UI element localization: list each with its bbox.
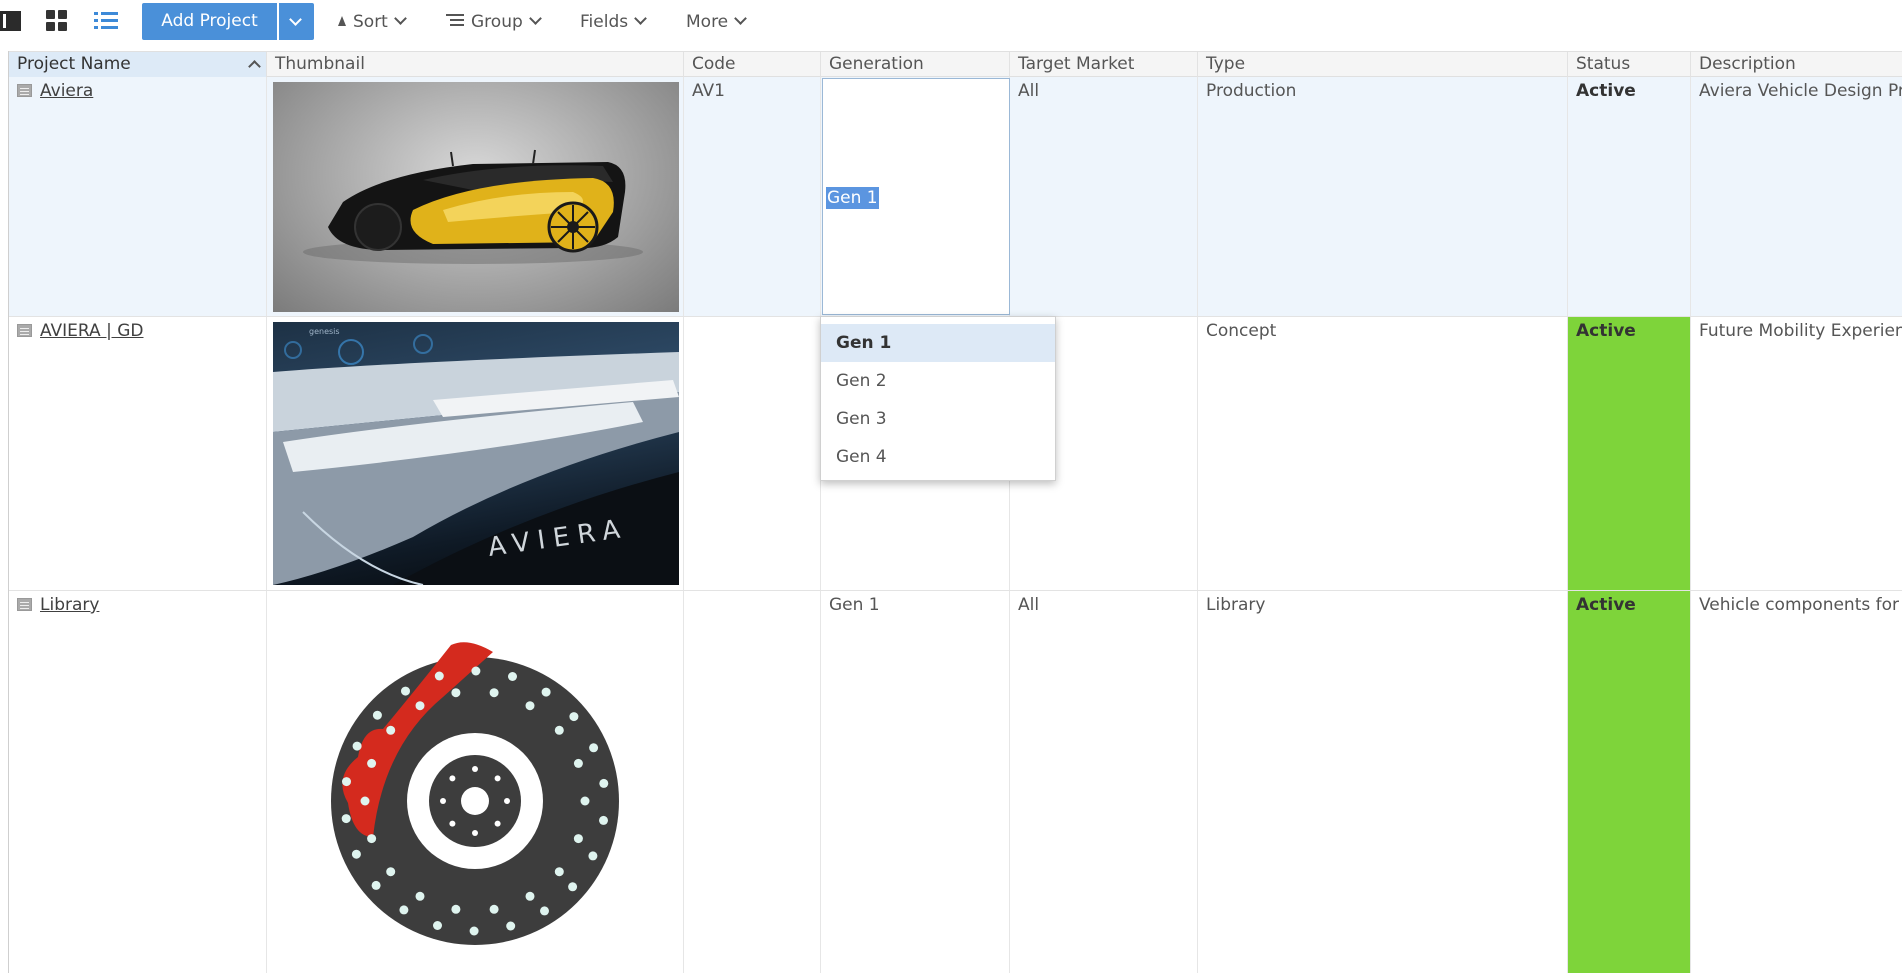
sort-ascending-icon	[248, 60, 261, 73]
concept-car-image	[303, 149, 643, 264]
generation-selected-value[interactable]: Gen 1	[826, 187, 879, 209]
record-icon[interactable]	[17, 324, 32, 337]
column-header-target-market[interactable]: Target Market	[1010, 52, 1198, 77]
column-header-code[interactable]: Code	[684, 52, 821, 77]
type-cell[interactable]: Library	[1198, 591, 1568, 973]
chevron-down-icon	[634, 12, 647, 25]
description-cell[interactable]: Aviera Vehicle Design Pr	[1691, 77, 1902, 316]
project-name-link[interactable]: AVIERA | GD	[40, 321, 143, 341]
fields-label: Fields	[580, 12, 629, 32]
project-name-link[interactable]: Library	[40, 595, 99, 615]
column-header-project-name[interactable]: Project Name	[9, 52, 267, 77]
column-label: Project Name	[17, 54, 131, 74]
column-header-status[interactable]: Status	[1568, 52, 1691, 77]
status-cell[interactable]: Active	[1568, 317, 1691, 590]
code-cell[interactable]	[684, 317, 821, 590]
description-cell[interactable]: Vehicle components for	[1691, 591, 1902, 973]
status-cell[interactable]: Active	[1568, 77, 1691, 316]
status-badge: Active	[1576, 595, 1636, 615]
record-icon[interactable]	[17, 84, 32, 97]
project-name-cell: AVIERA | GD	[9, 317, 267, 590]
column-label: Thumbnail	[275, 54, 365, 74]
project-name-cell: Library	[9, 591, 267, 973]
chevron-down-icon	[393, 12, 407, 25]
generation-editor[interactable]: Gen 1	[822, 78, 1010, 315]
add-project-button[interactable]: Add Project	[142, 3, 277, 40]
row-selector-gutter[interactable]	[0, 51, 9, 973]
type-cell[interactable]: Production	[1198, 77, 1568, 316]
group-label: Group	[471, 12, 523, 32]
project-name-link[interactable]: Aviera	[40, 81, 93, 101]
more-button[interactable]: More	[686, 10, 748, 34]
dropdown-option-gen-4[interactable]: Gen 4	[821, 438, 1055, 476]
column-header-thumbnail[interactable]: Thumbnail	[267, 52, 684, 77]
sort-label: Sort	[353, 12, 388, 32]
aviera-interior-thumbnail[interactable]: genesis AVIERA	[273, 322, 679, 585]
group-button[interactable]: Group	[446, 10, 542, 34]
target-market-cell[interactable]: All	[1010, 591, 1198, 973]
status-badge: Active	[1576, 321, 1636, 341]
code-cell[interactable]: AV1	[684, 77, 821, 316]
column-label: Type	[1206, 54, 1246, 74]
toolbar: Add Project Sort Group Fields More	[0, 0, 1902, 51]
sidebar-toggle-icon[interactable]	[0, 11, 21, 31]
brake-disc-image	[331, 642, 619, 945]
aviera-car-thumbnail[interactable]	[273, 82, 679, 312]
table-header: Project Name Thumbnail Code Generation T…	[0, 51, 1902, 77]
column-label: Generation	[829, 54, 924, 74]
screen-text: genesis	[309, 327, 340, 336]
library-brake-thumbnail[interactable]	[273, 597, 679, 973]
project-name-cell: Aviera	[9, 77, 267, 316]
chevron-down-icon	[734, 12, 748, 25]
status-cell[interactable]: Active	[1568, 591, 1691, 973]
list-view-icon[interactable]	[94, 10, 118, 32]
vehicle-interior-image: genesis AVIERA	[273, 327, 679, 585]
record-icon[interactable]	[17, 598, 32, 611]
column-label: Target Market	[1018, 54, 1135, 74]
more-label: More	[686, 12, 729, 32]
description-cell[interactable]: Future Mobility Experien	[1691, 317, 1902, 590]
column-header-generation[interactable]: Generation	[821, 52, 1010, 77]
dropdown-option-gen-3[interactable]: Gen 3	[821, 400, 1055, 438]
column-label: Description	[1699, 54, 1796, 74]
column-label: Code	[692, 54, 736, 74]
code-cell[interactable]	[684, 591, 821, 973]
sort-button[interactable]: Sort	[337, 10, 407, 34]
dropdown-option-gen-1[interactable]: Gen 1	[821, 324, 1055, 362]
add-project-menu-button[interactable]	[279, 3, 314, 40]
grid-view-icon[interactable]	[46, 10, 68, 32]
group-icon	[446, 14, 464, 28]
column-header-type[interactable]: Type	[1198, 52, 1568, 77]
column-header-description[interactable]: Description	[1691, 52, 1902, 77]
status-badge: Active	[1576, 81, 1636, 101]
generation-dropdown-menu: Gen 1 Gen 2 Gen 3 Gen 4	[820, 316, 1056, 481]
chevron-down-icon	[528, 12, 542, 25]
dropdown-option-gen-2[interactable]: Gen 2	[821, 362, 1055, 400]
generation-cell[interactable]: Gen 1	[821, 591, 1010, 973]
sort-icon	[337, 16, 347, 28]
column-label: Status	[1576, 54, 1631, 74]
fields-button[interactable]: Fields	[580, 10, 647, 34]
type-cell[interactable]: Concept	[1198, 317, 1568, 590]
target-market-cell[interactable]: All	[1010, 77, 1198, 316]
